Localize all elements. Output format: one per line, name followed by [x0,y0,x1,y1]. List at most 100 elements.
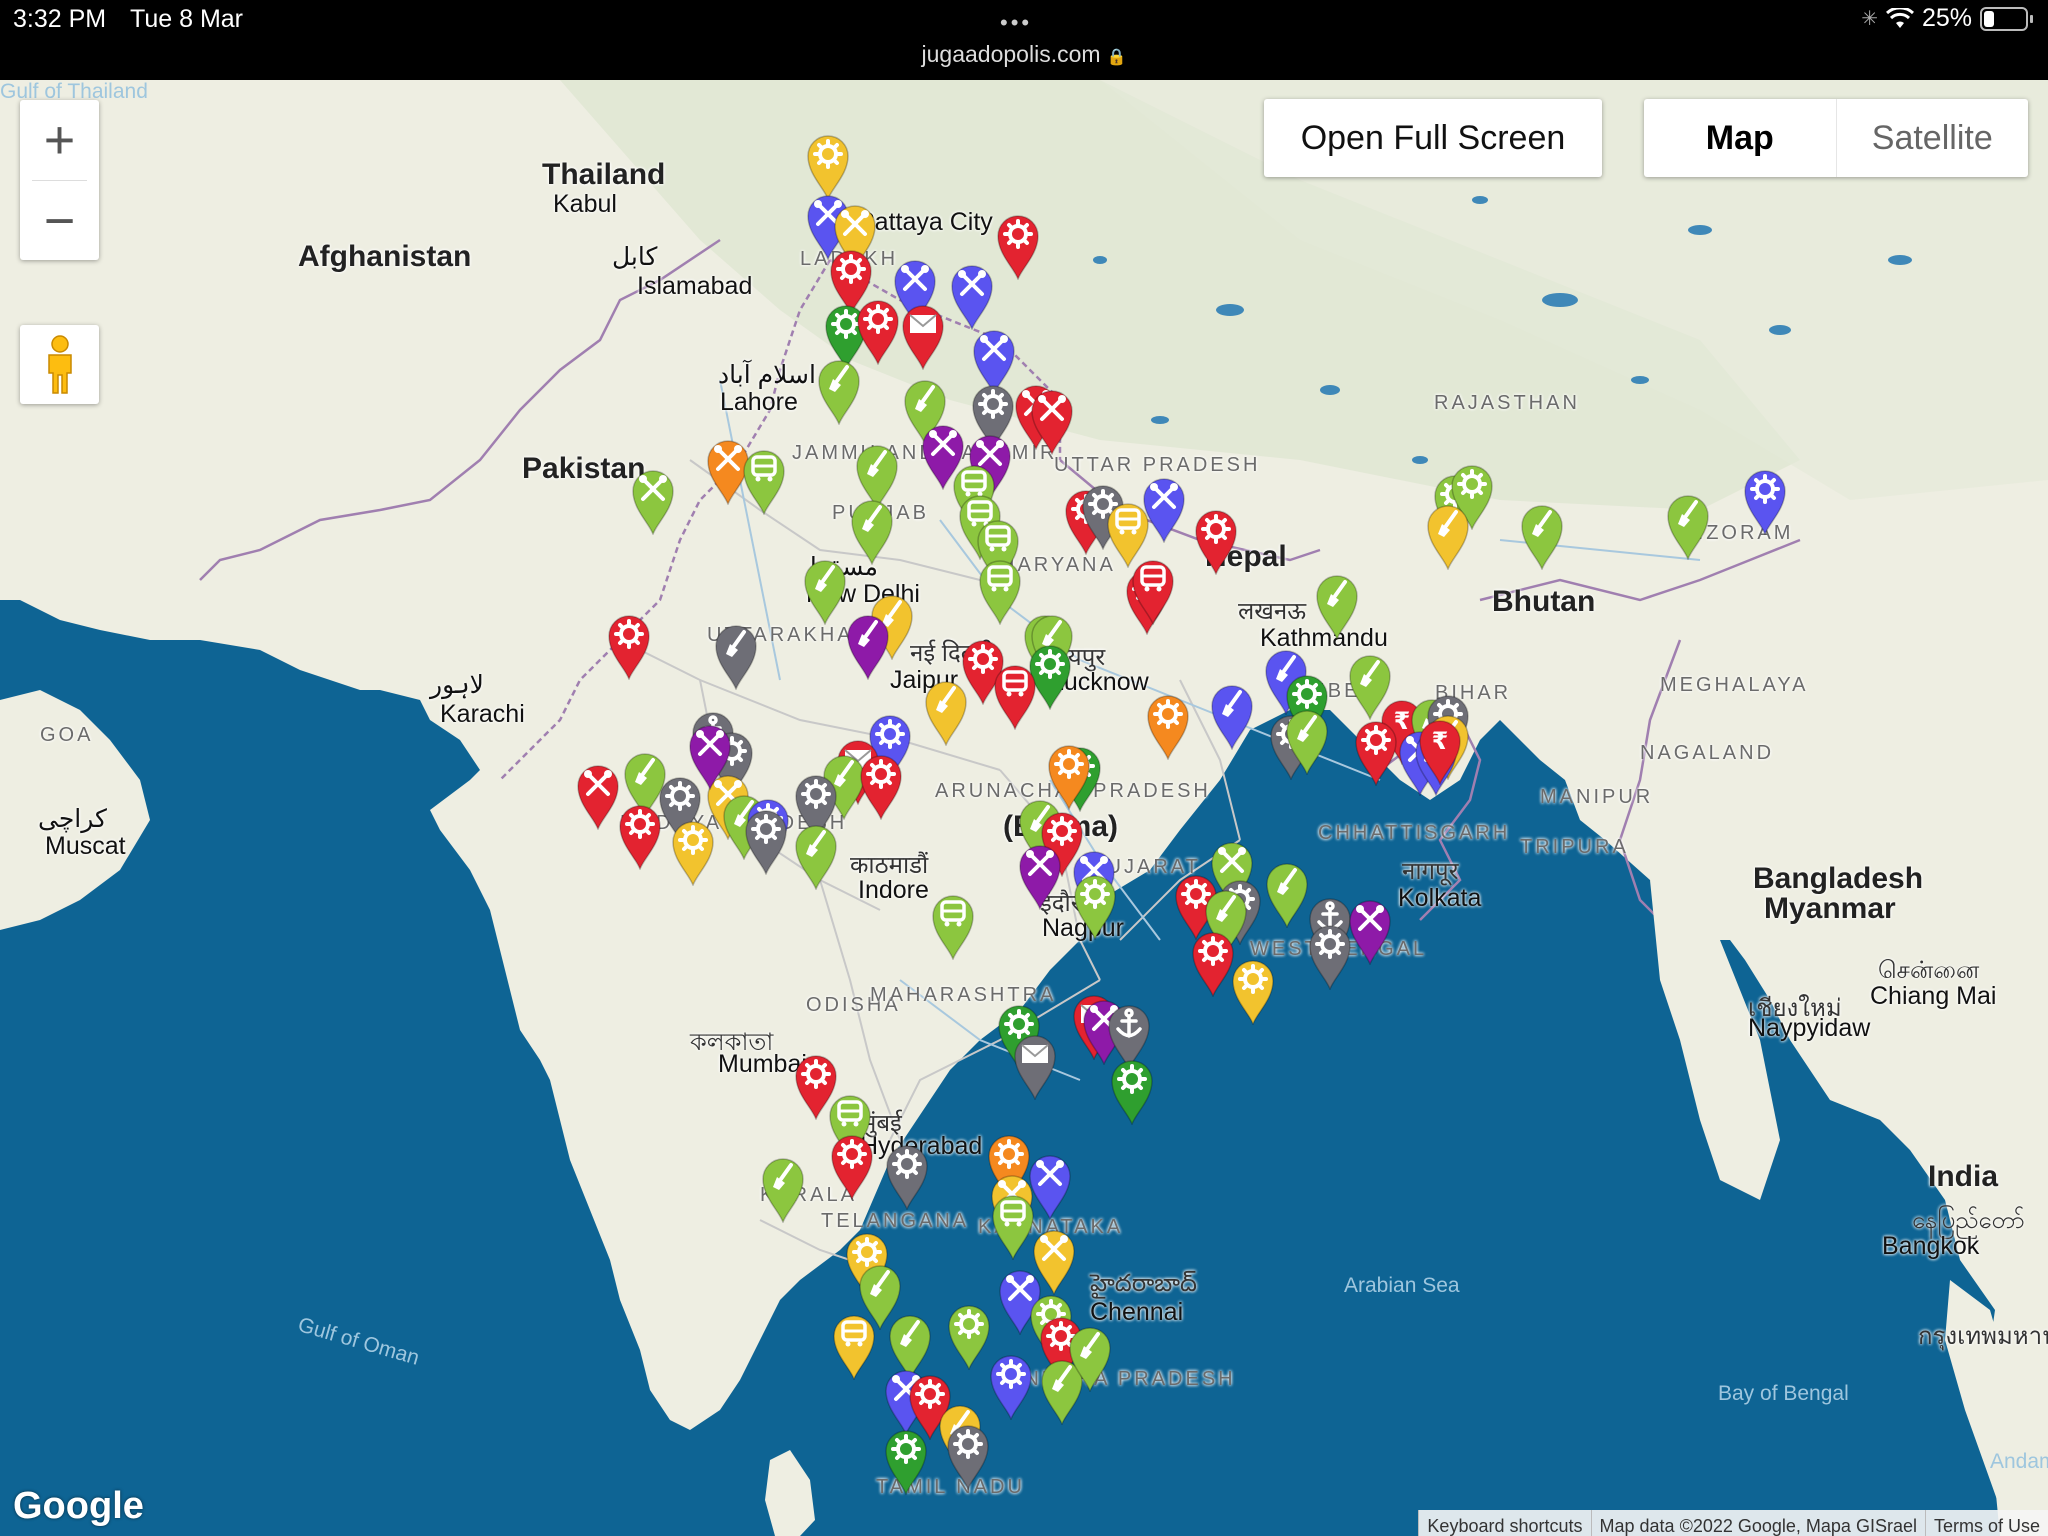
map-label-city: کابل [612,243,658,271]
map-marker[interactable] [883,1142,931,1210]
map-label-city: Lahore [720,388,798,416]
map-marker[interactable] [857,752,905,820]
map-marker[interactable] [944,1422,992,1490]
map-marker[interactable] [976,557,1024,625]
map-type-control: Map Satellite [1644,99,2028,177]
map-label-dev: กรุงเทพมหานคร [1918,1323,2048,1350]
map-marker[interactable] [1144,692,1192,760]
map-label-city: Muscat [45,832,126,860]
map-label-city: Islamabad [637,272,753,300]
map-label-country: Bangladesh [1753,862,1924,895]
status-right: ✳ 25% [1861,4,2033,33]
mail-icon [1021,1044,1049,1063]
map-marker[interactable] [815,357,863,425]
map-marker[interactable] [740,447,788,515]
map-marker[interactable] [801,557,849,625]
map-marker[interactable] [1011,1032,1059,1100]
map-label-sea: Bay of Bengal [1718,1382,1849,1405]
map-marker[interactable] [1028,387,1076,455]
terms-of-use-link[interactable]: Terms of Use [1924,1510,2048,1536]
map-label-city: Kabul [553,190,617,218]
map-marker[interactable] [1229,957,1277,1025]
map-marker[interactable] [844,612,892,680]
map-label-dev: लखनऊ [1238,598,1307,625]
map-label-city: Indore [858,876,929,904]
map-marker[interactable] [1208,682,1256,750]
map-marker[interactable] [948,262,996,330]
map-label-city: لاہور [430,671,484,699]
map-marker[interactable] [712,622,760,690]
map-marker[interactable] [669,818,717,886]
map-marker[interactable] [1518,502,1566,570]
map-marker[interactable] [686,722,734,790]
map-marker[interactable] [759,1155,807,1223]
battery-percent: 25% [1921,4,1972,32]
map-marker[interactable] [629,467,677,535]
map-marker[interactable]: ₹ [1416,717,1464,785]
map-label-dev: नागपूर [1402,858,1459,885]
map-marker[interactable] [994,212,1042,280]
keyboard-shortcuts-link[interactable]: Keyboard shortcuts [1418,1510,1591,1536]
url-bar[interactable]: jugaadopolis.com 🔒 [0,41,2048,68]
map-marker[interactable] [987,1352,1035,1420]
map-marker[interactable] [1016,842,1064,910]
map-marker[interactable] [991,662,1039,730]
map-marker[interactable] [742,807,790,875]
zoom-out-button[interactable]: − [20,181,99,261]
battery-level [1984,10,1994,27]
map-label-region: CHHATTISGARH [1318,822,1511,844]
map-footer: Keyboard shortcuts Map data ©2022 Google… [1418,1510,2048,1536]
wifi-icon [1885,7,1914,28]
map-marker[interactable] [1424,502,1472,570]
status-bar: 3:32 PM Tue 8 Mar ••• jugaadopolis.com 🔒 … [0,0,2048,80]
street-view-pegman[interactable] [20,325,99,404]
map-canvas[interactable]: Afghanistan Pakistan Nepal Bhutan Bangladesh… [0,80,2048,1536]
map-marker[interactable] [1263,860,1311,928]
map-type-map-button[interactable]: Map [1644,99,1836,177]
map-label-region: RAJASTHAN [1434,392,1580,414]
map-marker[interactable] [899,302,947,370]
more-dots-icon[interactable]: ••• [1000,10,1032,36]
map-label-country: Myanmar [1764,892,1896,925]
map-marker[interactable] [854,297,902,365]
map-type-satellite-button[interactable]: Satellite [1835,99,2029,177]
map-marker[interactable] [792,822,840,890]
map-marker[interactable] [1108,1057,1156,1125]
svg-text:₹: ₹ [1432,727,1449,755]
map-label-region: UTTAR PRADESH [1054,454,1261,476]
map-marker[interactable] [848,497,896,565]
map-marker[interactable] [922,678,970,746]
map-label-city: Bangkok [1882,1232,1980,1260]
map-label-country: Afghanistan [298,240,472,273]
map-marker[interactable] [1352,718,1400,786]
map-marker[interactable] [1283,707,1331,775]
zoom-in-button[interactable]: + [20,100,99,180]
map-marker[interactable] [1741,467,1789,535]
map-marker[interactable] [574,762,622,830]
map-marker[interactable] [1313,572,1361,640]
mail-icon [909,314,937,333]
open-full-screen-button[interactable]: Open Full Screen [1264,99,1602,177]
map-marker[interactable] [605,612,653,680]
map-marker[interactable] [616,802,664,870]
rupee-icon: ₹ [1432,727,1449,755]
map-label-city: Kolkata [1398,884,1482,912]
map-marker[interactable] [929,892,977,960]
map-marker[interactable] [1066,1324,1114,1392]
status-time: 3:32 PM [13,5,107,33]
map-marker[interactable] [1664,492,1712,560]
map-marker[interactable] [828,1132,876,1200]
map-marker[interactable] [882,1427,930,1495]
zoom-control: + − [20,100,99,260]
map-label-city: Naypyidaw [1748,1014,1871,1042]
map-label-region: MANIPUR [1540,786,1654,808]
map-marker[interactable] [945,1302,993,1370]
map-marker[interactable] [1071,872,1119,940]
pegman-icon [47,334,72,394]
map-marker[interactable] [1129,557,1177,625]
map-label-city: کراچی [38,805,107,833]
map-marker[interactable] [804,132,852,200]
map-marker[interactable] [830,1312,878,1380]
map-marker[interactable] [1306,922,1354,990]
map-marker[interactable] [1192,507,1240,575]
